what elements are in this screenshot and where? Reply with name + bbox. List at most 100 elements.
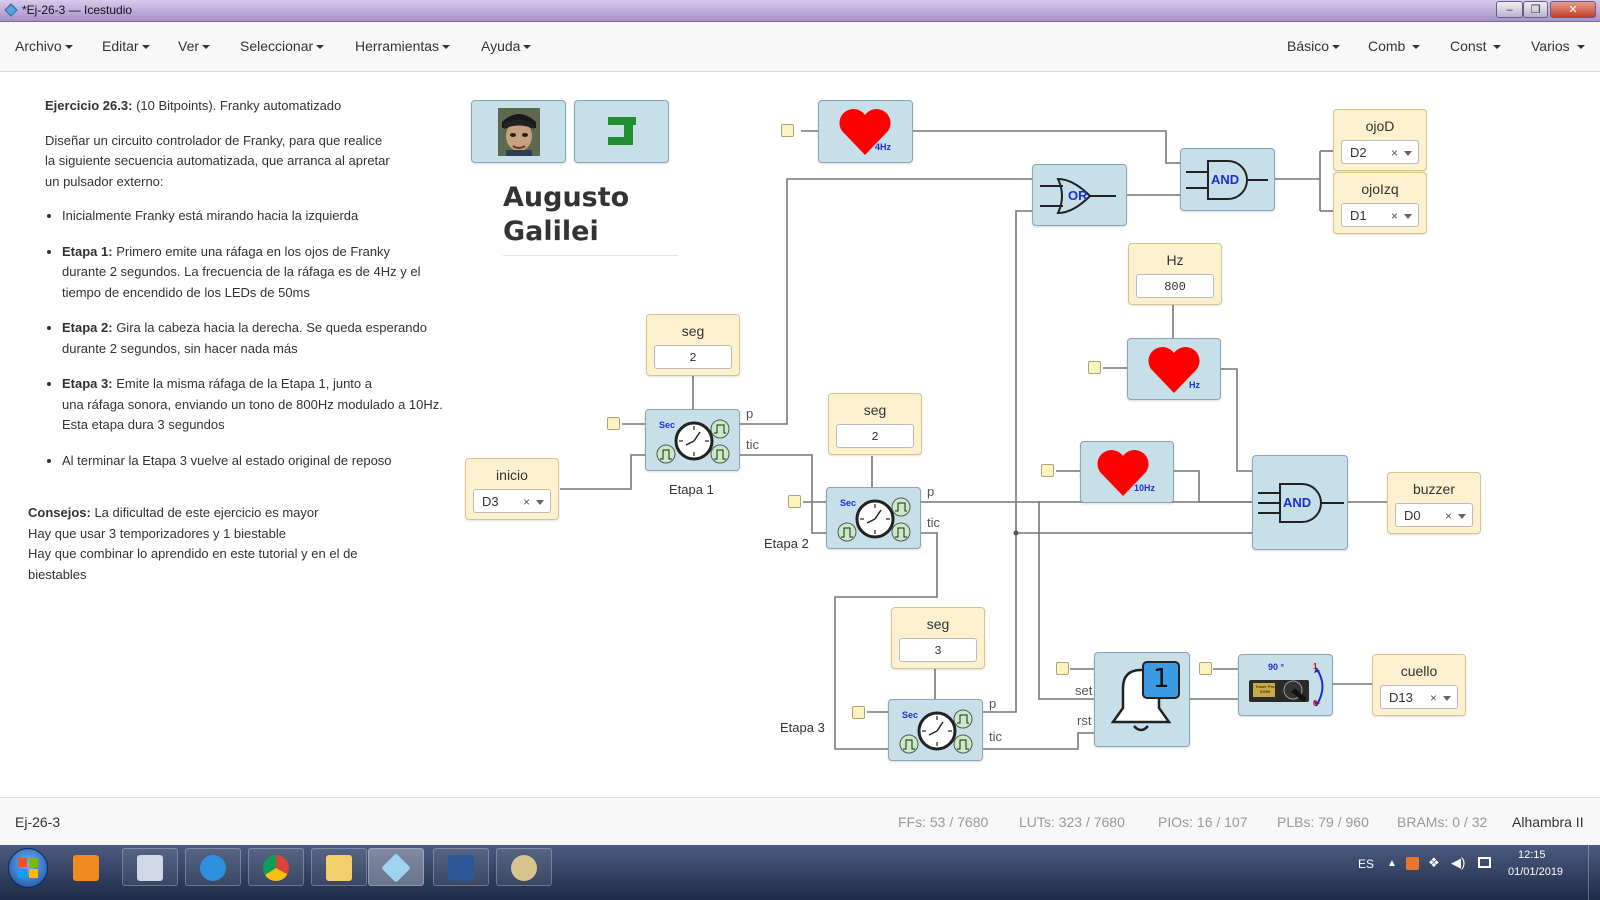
word-icon [448,855,474,881]
clock-time[interactable]: 12:15 [1518,849,1546,861]
seg-constant-2[interactable]: seg 2 [828,393,922,455]
and-gate-buzzer-block[interactable]: AND [1252,455,1348,550]
input-port[interactable] [1041,464,1054,477]
heart-frequency-label: 10Hz [1134,483,1156,493]
input-port[interactable] [788,495,801,508]
taskbar-media-player[interactable] [58,848,114,886]
tray-app-icon[interactable] [1406,857,1419,870]
input-port[interactable] [781,124,794,137]
clear-icon[interactable]: × [1430,686,1437,710]
chrome-icon [263,855,289,881]
rs-flipflop-block[interactable]: 1 [1094,652,1190,747]
chevron-down-icon[interactable] [536,500,544,505]
flipflop-value: 1 [1153,664,1170,694]
taskbar-paint[interactable] [496,848,552,886]
volume-icon[interactable]: ◀) [1451,855,1465,871]
windows-taskbar: ES ▲ ❖ ◀) 12:15 01/01/2019 [0,845,1600,900]
clear-icon[interactable]: × [1391,141,1398,165]
taskbar-internet-explorer[interactable] [185,848,241,886]
logo-block[interactable] [574,100,669,163]
taskbar-chrome[interactable] [248,848,304,886]
input-port[interactable] [1056,662,1069,675]
pin-label: inicio [496,467,528,483]
input-port[interactable] [1199,662,1212,675]
and-gate-eyes-block[interactable]: AND [1180,148,1275,211]
constant-value-input[interactable]: 3 [899,638,977,662]
input-port[interactable] [607,417,620,430]
pin-label: buzzer [1412,481,1456,497]
chevron-down-icon[interactable] [1404,214,1412,219]
heartbeat-10hz-block[interactable]: 10Hz [1080,441,1174,503]
dropbox-icon[interactable]: ❖ [1428,855,1440,871]
heart-frequency-label: Hz [1189,380,1200,390]
brams-usage: BRAMs: 0 / 32 [1397,814,1488,830]
servo-block[interactable]: 90 ° Tower Pro SG90 1 0 [1238,654,1333,716]
seg-constant-3[interactable]: seg 3 [891,607,985,669]
taskbar-explorer[interactable] [311,848,367,886]
servo-min-label: 0 [1313,699,1318,708]
port-rst-label: rst [1077,713,1092,728]
windows-logo-icon [18,858,38,878]
board-name[interactable]: Alhambra II [1512,814,1584,830]
port-p-label: p [746,406,754,421]
ffs-usage: FFs: 53 / 7680 [898,814,989,830]
heartbeat-4hz-block[interactable]: 4Hz [818,100,913,163]
timer-stage-1[interactable]: Sec [645,409,740,471]
input-pin-inicio[interactable]: inicio D3 × [465,458,559,520]
luts-usage: LUTs: 323 / 7680 [1019,814,1125,830]
pin-select[interactable]: D13 × [1380,685,1458,709]
timer-unit-label: Sec [659,420,676,430]
output-pin-ojoIzq[interactable]: ojoIzq D1 × [1333,172,1427,234]
clear-icon[interactable]: × [523,490,530,514]
clock-date[interactable]: 01/01/2019 [1508,866,1563,878]
output-pin-buzzer[interactable]: buzzer D0 × [1387,472,1481,534]
language-indicator[interactable]: ES [1358,857,1374,871]
input-port[interactable] [852,706,865,719]
or-gate-block[interactable]: OR [1032,164,1127,226]
gate-label: AND [1283,495,1312,510]
pin-select[interactable]: D3 × [473,489,551,513]
clear-icon[interactable]: × [1445,504,1452,528]
port-p-label: p [989,696,997,711]
show-desktop-button[interactable] [1588,845,1600,900]
chevron-down-icon[interactable] [1404,151,1412,156]
constant-value-input[interactable]: 2 [654,345,732,369]
timer-stage-2[interactable]: Sec [826,487,921,549]
timer-stage-1-label: Etapa 1 [669,482,714,497]
author-photo-block[interactable] [471,100,566,163]
chevron-down-icon[interactable] [1458,514,1466,519]
plbs-usage: PLBs: 79 / 960 [1277,814,1369,830]
output-pin-cuello[interactable]: cuello D13 × [1372,654,1466,716]
ic-logo-icon [608,117,636,145]
pios-usage: PIOs: 16 / 107 [1158,814,1248,830]
start-button[interactable] [8,848,48,888]
network-icon[interactable] [1478,857,1491,868]
bell-icon [1110,661,1180,732]
clear-icon[interactable]: × [1391,204,1398,228]
folder-icon [326,855,352,881]
port-set-label: set [1075,683,1093,698]
heartbeat-hz-block[interactable]: Hz [1127,338,1221,400]
constant-value-input[interactable]: 800 [1136,274,1214,298]
chevron-down-icon[interactable] [1443,696,1451,701]
servo-max-label: 1 [1313,662,1318,671]
port-p-label: p [927,484,935,499]
taskbar-calculator[interactable] [122,848,178,886]
project-name: Ej-26-3 [15,814,61,830]
constant-value-input[interactable]: 2 [836,424,914,448]
pin-label: ojoIzq [1361,181,1399,197]
timer-stage-3[interactable]: Sec [888,699,983,761]
port-tic-label: tic [927,515,940,530]
output-pin-ojoD[interactable]: ojoD D2 × [1333,109,1427,171]
taskbar-icestudio[interactable] [368,848,424,886]
timer-unit-label: Sec [902,710,919,720]
input-port[interactable] [1088,361,1101,374]
seg-constant-1[interactable]: seg 2 [646,314,740,376]
pin-select[interactable]: D2 × [1341,140,1419,164]
pin-select[interactable]: D1 × [1341,203,1419,227]
show-hidden-icons-icon[interactable]: ▲ [1387,858,1397,869]
hz-constant[interactable]: Hz 800 [1128,243,1222,305]
timer-stage-3-label: Etapa 3 [780,720,825,735]
taskbar-word[interactable] [433,848,489,886]
pin-select[interactable]: D0 × [1395,503,1473,527]
